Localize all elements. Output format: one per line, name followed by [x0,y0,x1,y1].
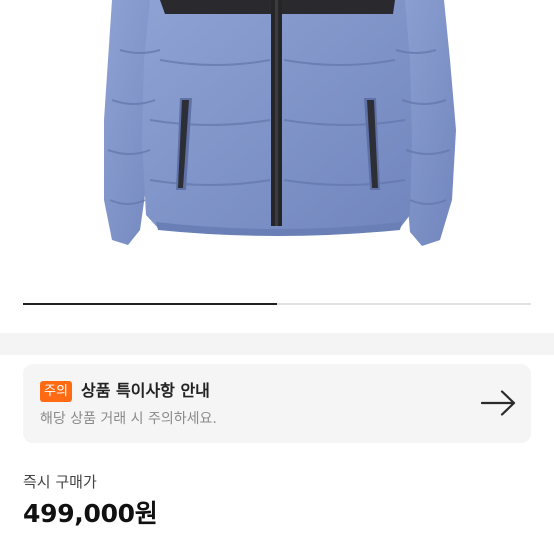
section-divider [0,333,554,355]
carousel-progress [23,303,277,305]
carousel-indicator [23,303,531,305]
notice-subtitle: 해당 상품 거래 시 주의하세요. [40,411,217,427]
product-image[interactable] [0,0,554,290]
arrow-right-icon[interactable] [481,390,517,416]
puffer-jacket-illustration [104,0,456,246]
product-notice-card[interactable]: 주의 상품 특이사항 안내 해당 상품 거래 시 주의하세요. [23,364,531,443]
caution-badge: 주의 [40,381,72,402]
notice-title: 상품 특이사항 안내 [81,381,210,400]
price-value: 499,000원 [23,499,158,528]
price-label: 즉시 구매가 [23,473,97,491]
